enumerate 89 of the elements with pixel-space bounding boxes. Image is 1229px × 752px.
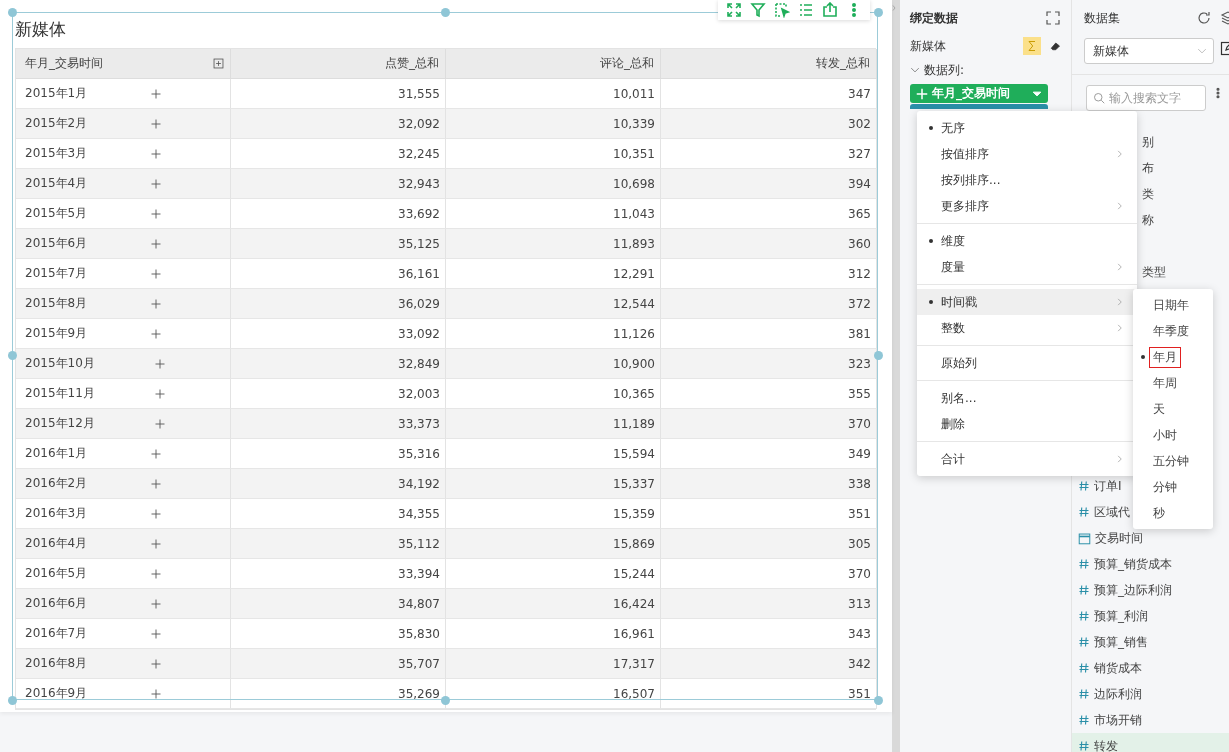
table-cell: 360	[661, 229, 877, 259]
table-cell: 2016年3月	[25, 505, 88, 522]
table-cell: 342	[661, 649, 877, 679]
table-cell: 32,092	[231, 109, 446, 139]
table-cell: 35,707	[231, 649, 446, 679]
table-cell: 10,365	[446, 379, 661, 409]
table-cell: 365	[661, 199, 877, 229]
table-cell: 351	[661, 499, 877, 529]
table-cell: 2016年2月	[25, 475, 88, 492]
table-cell: 36,029	[231, 289, 446, 319]
table-cell: 2015年12月	[25, 415, 95, 432]
table-cell: 338	[661, 469, 877, 499]
table-cell: 2015年4月	[25, 175, 88, 192]
table-cell: 343	[661, 619, 877, 649]
card-title: 新媒体	[15, 18, 67, 41]
table-cell: 32,245	[231, 139, 446, 169]
table-cell: 35,125	[231, 229, 446, 259]
table-cell: 313	[661, 589, 877, 619]
table-cell: 381	[661, 319, 877, 349]
table-cell: 33,692	[231, 199, 446, 229]
table-cell: 2015年7月	[25, 265, 88, 282]
table-cell: 11,043	[446, 199, 661, 229]
table-cell: 394	[661, 169, 877, 199]
table-cell: 355	[661, 379, 877, 409]
table-cell: 305	[661, 529, 877, 559]
table-cell: 2015年6月	[25, 235, 88, 252]
table-cell: 302	[661, 109, 877, 139]
table-cell: 2015年3月	[25, 145, 88, 162]
table-cell: 349	[661, 439, 877, 469]
dataset-name: 新媒体	[910, 37, 946, 55]
table-cell: 2015年10月	[25, 355, 95, 372]
table-cell: 33,373	[231, 409, 446, 439]
table-cell: 35,269	[231, 679, 446, 709]
table-cell: 2015年11月	[25, 385, 95, 402]
table-cell: 17,317	[446, 649, 661, 679]
table-cell: 2015年9月	[25, 325, 88, 342]
table-cell: 33,092	[231, 319, 446, 349]
table-cell: 10,339	[446, 109, 661, 139]
table-cell: 2016年1月	[25, 445, 88, 462]
section-label: 数据列:	[924, 61, 965, 79]
table-cell: 2016年8月	[25, 655, 88, 672]
table-cell: 11,893	[446, 229, 661, 259]
table-cell: 16,424	[446, 589, 661, 619]
panel-title: 数据集	[1084, 9, 1120, 27]
table-cell: 11,126	[446, 319, 661, 349]
table-cell: 34,355	[231, 499, 446, 529]
table-cell: 2015年1月	[25, 85, 88, 102]
table-cell: 2016年7月	[25, 625, 88, 642]
table-cell: 327	[661, 139, 877, 169]
table-cell: 16,961	[446, 619, 661, 649]
table-cell: 11,189	[446, 409, 661, 439]
table-cell: 32,943	[231, 169, 446, 199]
panel-title: 绑定数据	[910, 9, 958, 27]
table-cell: 351	[661, 679, 877, 709]
table-cell: 15,337	[446, 469, 661, 499]
table-cell: 370	[661, 409, 877, 439]
table-cell: 32,849	[231, 349, 446, 379]
table-cell: 15,244	[446, 559, 661, 589]
table-cell: 370	[661, 559, 877, 589]
table-cell: 2016年4月	[25, 535, 88, 552]
table-cell: 2015年5月	[25, 205, 88, 222]
table-cell: 16,507	[446, 679, 661, 709]
table-cell: 2016年9月	[25, 685, 88, 702]
table-cell: 34,192	[231, 469, 446, 499]
table-cell: 372	[661, 289, 877, 319]
table-cell: 10,351	[446, 139, 661, 169]
table-cell: 2016年5月	[25, 565, 88, 582]
table-cell: 33,394	[231, 559, 446, 589]
table-cell: 15,594	[446, 439, 661, 469]
table-cell: 15,359	[446, 499, 661, 529]
table-cell: 15,869	[446, 529, 661, 559]
table-cell: 31,555	[231, 79, 446, 109]
table-cell: 32,003	[231, 379, 446, 409]
table-cell: 2016年6月	[25, 595, 88, 612]
table-cell: 36,161	[231, 259, 446, 289]
table-cell: 35,112	[231, 529, 446, 559]
table-cell: 34,807	[231, 589, 446, 619]
table-cell: 35,316	[231, 439, 446, 469]
table-cell: 347	[661, 79, 877, 109]
table-cell: 10,698	[446, 169, 661, 199]
table-cell: 2015年2月	[25, 115, 88, 132]
table-cell: 323	[661, 349, 877, 379]
table-cell: 12,544	[446, 289, 661, 319]
table-cell: 10,900	[446, 349, 661, 379]
table-cell: 312	[661, 259, 877, 289]
table-cell: 10,011	[446, 79, 661, 109]
table-cell: 12,291	[446, 259, 661, 289]
table-cell: 2015年8月	[25, 295, 88, 312]
table-cell: 35,830	[231, 619, 446, 649]
